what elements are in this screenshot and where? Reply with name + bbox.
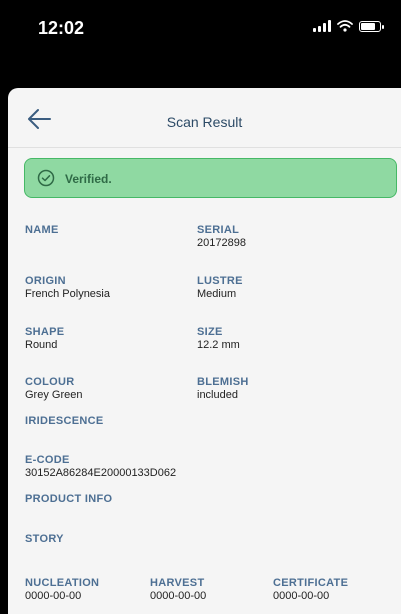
certificate-label: CERTIFICATE — [273, 577, 349, 589]
status-icons — [313, 20, 384, 32]
colour-label: COLOUR — [25, 376, 75, 388]
ecode-label: E-CODE — [25, 454, 70, 466]
lustre-label: LUSTRE — [197, 275, 243, 287]
battery-icon — [359, 20, 384, 32]
battery-fill — [361, 22, 375, 30]
page-title: Scan Result — [166, 114, 243, 130]
shape-value: Round — [25, 339, 58, 351]
harvest-value: 0000-00-00 — [150, 590, 207, 602]
shape-label: SHAPE — [25, 326, 65, 338]
blemish-value: included — [197, 389, 238, 401]
nav-bar: Scan Result — [8, 88, 401, 148]
wifi-icon — [337, 20, 353, 32]
product-info-link[interactable]: PRODUCT INFO — [25, 493, 112, 505]
scan-result-sheet: Scan Result Verified. NAME SERIAL 201728… — [8, 88, 401, 614]
origin-label: ORIGIN — [25, 275, 66, 287]
harvest-label: HARVEST — [150, 577, 205, 589]
origin-value: French Polynesia — [25, 288, 110, 300]
blemish-label: BLEMISH — [197, 376, 249, 388]
check-circle-icon — [37, 169, 55, 187]
serial-label: SERIAL — [197, 224, 240, 236]
nucleation-value: 0000-00-00 — [25, 590, 82, 602]
size-label: SIZE — [197, 326, 223, 338]
nucleation-label: NUCLEATION — [25, 577, 100, 589]
verified-label: Verified. — [65, 172, 112, 186]
signal-icon — [313, 20, 331, 32]
certificate-value: 0000-00-00 — [273, 590, 330, 602]
status-time: 12:02 — [38, 18, 85, 38]
verified-banner: Verified. — [24, 158, 397, 198]
name-label: NAME — [25, 224, 59, 236]
lustre-value: Medium — [197, 288, 237, 300]
serial-value: 20172898 — [197, 237, 246, 249]
colour-value: Grey Green — [25, 389, 83, 401]
status-bar: 12:02 — [0, 0, 401, 50]
ecode-value: 30152A86284E20000133D062 — [25, 467, 177, 479]
size-value: 12.2 mm — [197, 339, 240, 351]
story-link[interactable]: STORY — [25, 533, 64, 545]
iridescence-label: IRIDESCENCE — [25, 415, 104, 427]
